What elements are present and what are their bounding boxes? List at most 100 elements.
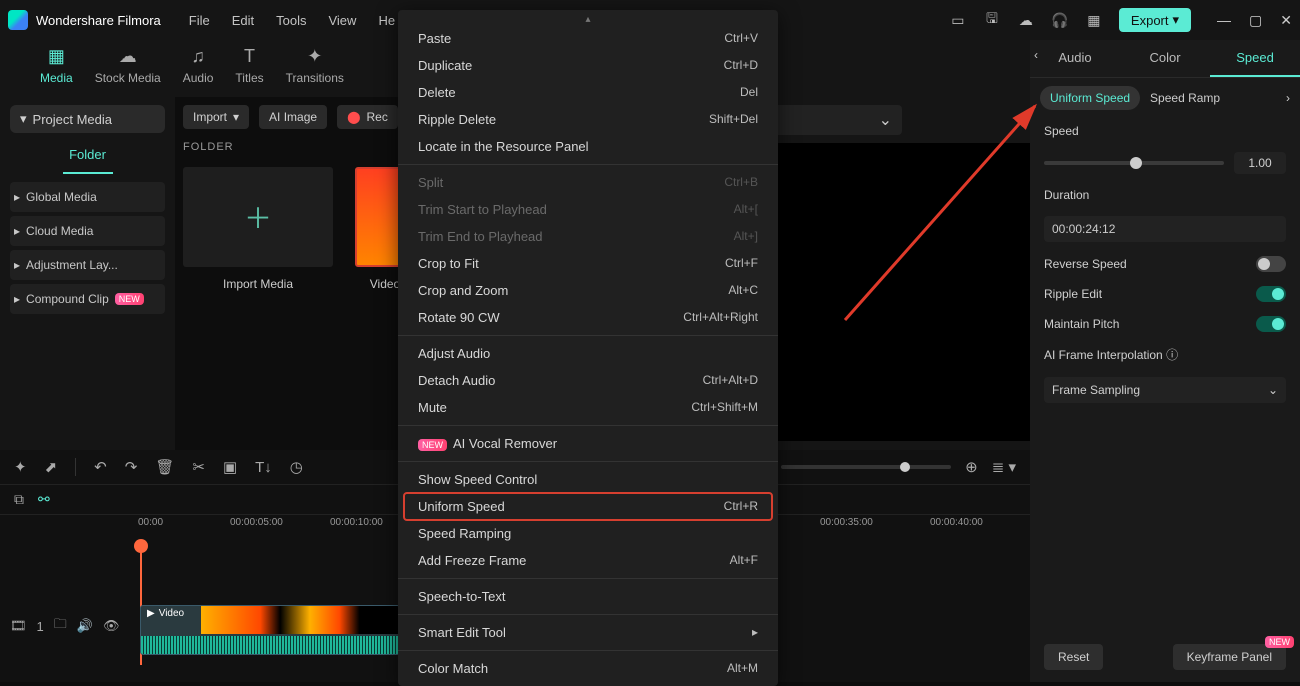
reset-button[interactable]: Reset [1044, 644, 1103, 670]
tab-audio[interactable]: ♫Audio [183, 46, 214, 85]
keyframe-panel-button[interactable]: Keyframe PanelNEW [1173, 644, 1286, 670]
chevron-down-icon: ▾ [20, 111, 27, 127]
pointer-icon[interactable]: ⬈ [45, 458, 58, 476]
menu-help[interactable]: He [378, 13, 395, 28]
track-mute-icon[interactable]: 🔊 [77, 618, 93, 634]
speed-icon[interactable]: ◷ [290, 458, 303, 476]
chevron-down-icon: ▾ [1173, 12, 1180, 28]
effects-icon[interactable]: ✦ [14, 458, 27, 476]
tab-titles[interactable]: TTitles [235, 46, 263, 85]
save-icon[interactable]: 🖫 [983, 11, 1001, 29]
zoom-in-icon[interactable]: ⊕ [965, 458, 978, 476]
project-media-dropdown[interactable]: ▾Project Media [10, 105, 165, 133]
reverse-speed-toggle[interactable] [1256, 256, 1286, 272]
ctx-locate-in-the-resource-panel[interactable]: Locate in the Resource Panel [398, 133, 778, 160]
crop-icon[interactable]: ▣ [223, 458, 237, 476]
transitions-icon: ✦ [307, 46, 322, 67]
record-button[interactable]: ⬤Rec [337, 105, 398, 129]
tab-media[interactable]: ▦Media [40, 46, 73, 85]
timeline-clip[interactable]: ▶Video [140, 605, 400, 655]
audio-icon: ♫ [191, 46, 205, 67]
subtab-speed-ramp[interactable]: Speed Ramp [1150, 91, 1220, 105]
ai-interp-label: AI Frame Interpolation ⓘ [1044, 346, 1286, 363]
folder-tab[interactable]: Folder [63, 137, 113, 174]
ripple-edit-label: Ripple Edit [1044, 287, 1102, 301]
sidebar-item-cloud[interactable]: ▸Cloud Media [10, 216, 165, 246]
chevron-down-icon: ▾ [233, 110, 239, 124]
speed-slider[interactable] [1044, 161, 1224, 165]
ctx-uniform-speed[interactable]: Uniform SpeedCtrl+R [404, 493, 772, 520]
sidebar-item-adjustment[interactable]: ▸Adjustment Lay... [10, 250, 165, 280]
maintain-pitch-label: Maintain Pitch [1044, 317, 1119, 331]
menu-view[interactable]: View [328, 13, 356, 28]
tab-transitions[interactable]: ✦Transitions [286, 46, 344, 85]
import-media-tile[interactable]: ＋ Import Media [183, 167, 333, 291]
interp-mode-select[interactable]: Frame Sampling⌄ [1044, 377, 1286, 403]
cloud-icon[interactable]: ☁ [1017, 11, 1035, 29]
view-menu-icon[interactable]: ≣ ▾ [992, 458, 1016, 476]
ctx-trim-start-to-playhead[interactable]: Trim Start to PlayheadAlt+[ [398, 196, 778, 223]
support-icon[interactable]: 🎧 [1051, 11, 1069, 29]
ctx-duplicate[interactable]: DuplicateCtrl+D [398, 52, 778, 79]
subtab-uniform-speed[interactable]: Uniform Speed [1040, 86, 1140, 110]
tab-stock-media[interactable]: ☁Stock Media [95, 46, 161, 85]
ctx-ai-vocal-remover[interactable]: NEWAI Vocal Remover [398, 430, 778, 457]
menu-file[interactable]: File [189, 13, 210, 28]
export-button[interactable]: Export▾ [1119, 8, 1191, 32]
speed-value[interactable]: 1.00 [1234, 152, 1286, 174]
maximize-icon[interactable]: ▢ [1249, 12, 1262, 29]
undo-icon[interactable]: ↶ [94, 458, 107, 476]
text-icon[interactable]: T↓ [255, 459, 272, 476]
ctx-crop-and-zoom[interactable]: Crop and ZoomAlt+C [398, 277, 778, 304]
redo-icon[interactable]: ↷ [125, 458, 138, 476]
help-icon[interactable]: ⓘ [1166, 348, 1178, 362]
ctx-add-freeze-frame[interactable]: Add Freeze FrameAlt+F [398, 547, 778, 574]
panel-back-icon[interactable]: ‹ [1034, 48, 1038, 62]
ctx-adjust-audio[interactable]: Adjust Audio [398, 340, 778, 367]
ctx-mute[interactable]: MuteCtrl+Shift+M [398, 394, 778, 421]
ctx-detach-audio[interactable]: Detach AudioCtrl+Alt+D [398, 367, 778, 394]
ctx-paste[interactable]: PasteCtrl+V [398, 25, 778, 52]
chevron-right-icon[interactable]: › [1286, 91, 1290, 105]
app-name: Wondershare Filmora [36, 13, 161, 28]
ctx-show-speed-control[interactable]: Show Speed Control [398, 466, 778, 493]
maintain-pitch-toggle[interactable] [1256, 316, 1286, 332]
screen-icon[interactable]: ▭ [949, 11, 967, 29]
menu-tools[interactable]: Tools [276, 13, 306, 28]
video-track-icon[interactable]: 🎞 [10, 618, 27, 634]
ai-image-button[interactable]: AI Image [259, 105, 327, 129]
copy-track-icon[interactable]: ⧉ [14, 491, 24, 508]
ctx-ripple-delete[interactable]: Ripple DeleteShift+Del [398, 106, 778, 133]
new-badge: NEW [418, 439, 447, 451]
grid-icon[interactable]: ▦ [1085, 11, 1103, 29]
minimize-icon[interactable]: — [1217, 12, 1231, 29]
tab-color-props[interactable]: Color [1120, 40, 1210, 77]
ripple-edit-toggle[interactable] [1256, 286, 1286, 302]
track-lock-icon[interactable]: 🗀 [54, 615, 67, 637]
menu-edit[interactable]: Edit [232, 13, 254, 28]
cut-icon[interactable]: ✂ [192, 458, 205, 476]
close-icon[interactable]: ✕ [1280, 12, 1292, 29]
sidebar-item-global[interactable]: ▸Global Media [10, 182, 165, 212]
duration-field[interactable]: 00:00:24:12 [1044, 216, 1286, 242]
tab-speed-props[interactable]: Speed [1210, 40, 1300, 77]
import-button[interactable]: Import▾ [183, 105, 249, 129]
ctx-delete[interactable]: DeleteDel [398, 79, 778, 106]
ctx-rotate-90-cw[interactable]: Rotate 90 CWCtrl+Alt+Right [398, 304, 778, 331]
delete-icon[interactable]: 🗑 [155, 458, 174, 476]
media-icon: ▦ [48, 46, 65, 67]
ctx-split[interactable]: SplitCtrl+B [398, 169, 778, 196]
ctx-speech-to-text[interactable]: Speech-to-Text [398, 583, 778, 610]
track-visible-icon[interactable]: 👁 [103, 618, 120, 634]
menubar: File Edit Tools View He [189, 13, 395, 28]
ctx-speed-ramping[interactable]: Speed Ramping [398, 520, 778, 547]
ctx-trim-end-to-playhead[interactable]: Trim End to PlayheadAlt+] [398, 223, 778, 250]
plus-icon: ＋ [183, 167, 333, 267]
tab-audio-props[interactable]: Audio [1030, 40, 1120, 77]
ctx-crop-to-fit[interactable]: Crop to FitCtrl+F [398, 250, 778, 277]
zoom-slider[interactable] [781, 465, 951, 469]
link-icon[interactable]: ⚯ [38, 491, 50, 508]
ctx-color-match[interactable]: Color MatchAlt+M [398, 655, 778, 682]
sidebar-item-compound[interactable]: ▸Compound ClipNEW [10, 284, 165, 314]
ctx-smart-edit-tool[interactable]: Smart Edit Tool▸ [398, 619, 778, 646]
